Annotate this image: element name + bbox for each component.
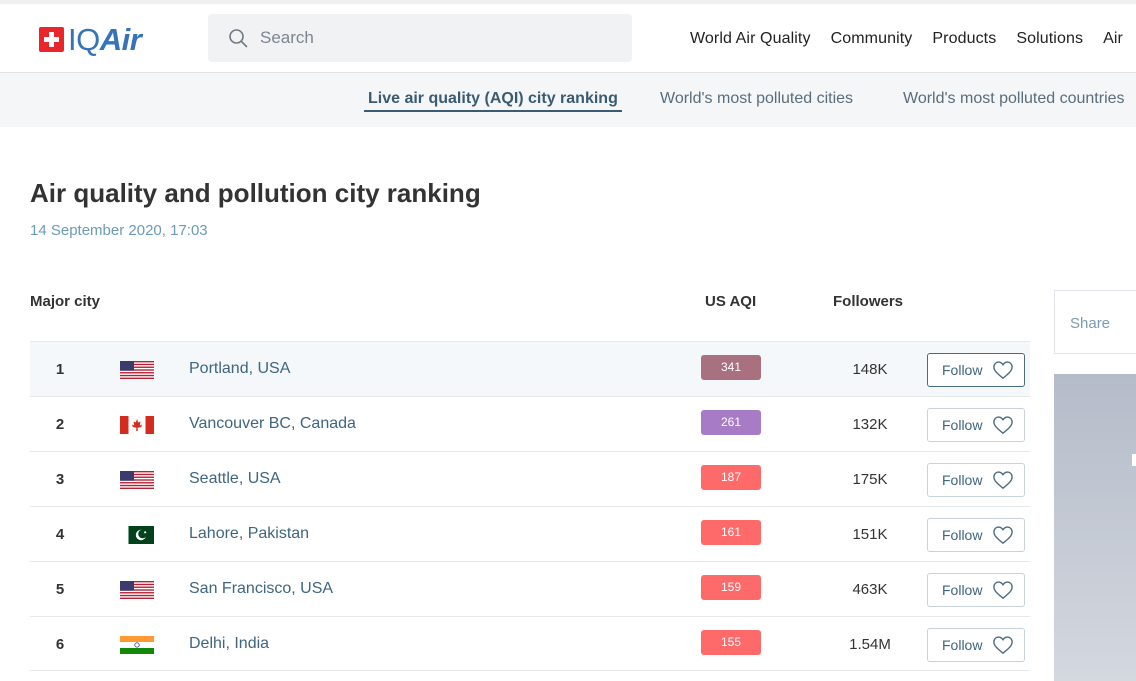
aqi-badge: 161 [701,520,761,545]
follow-button[interactable]: Follow [927,408,1025,442]
heart-icon [993,581,1013,600]
search-box[interactable] [208,14,632,62]
table-row[interactable]: 1 Portland, USA 341 148K Follow [30,341,1030,396]
header-major-city: Major city [30,293,101,310]
heart-icon [993,471,1013,490]
ranking-timestamp: 14 September 2020, 17:03 [30,222,208,239]
table-row[interactable]: 3 Seattle, USA 187 175K Follow [30,451,1030,506]
rank-number: 5 [55,581,65,598]
follow-label: Follow [942,417,983,433]
heart-icon [993,526,1013,545]
logo-text: IQAir [68,22,142,57]
aqi-badge: 155 [701,630,761,655]
followers-count: 175K [852,471,888,488]
india-flag-icon [120,636,154,654]
nav-community[interactable]: Community [831,30,913,48]
search-input[interactable] [260,22,620,54]
aqi-badge: 187 [701,465,761,490]
table-row[interactable]: 5 San Francisco, USA 159 463K Follow [30,561,1030,616]
swiss-flag-icon [39,27,64,52]
table-row[interactable]: 4 Lahore, Pakistan 161 151K Follow [30,506,1030,561]
header-us-aqi: US AQI [705,293,757,310]
city-link[interactable]: Seattle, USA [189,470,281,488]
follow-label: Follow [942,582,983,598]
pakistan-flag-icon [120,526,154,544]
page-title: Air quality and pollution city ranking [30,178,481,208]
follow-button[interactable]: Follow [927,463,1025,497]
nav-air[interactable]: Air [1103,30,1123,48]
heart-icon [993,416,1013,435]
heart-icon [993,636,1013,655]
table-row[interactable]: 2 Vancouver BC, Canada 261 132K Follow [30,396,1030,451]
usa-flag-icon [120,361,154,379]
follow-label: Follow [942,637,983,653]
canada-flag-icon [120,416,154,434]
followers-count: 1.54M [849,636,891,653]
rank-number: 3 [55,471,65,488]
rank-number: 2 [55,416,65,433]
main-nav: World Air Quality Community Products Sol… [690,30,1136,48]
heart-icon [993,361,1013,380]
iqair-logo[interactable]: IQAir [39,22,142,57]
share-box[interactable]: Share [1054,290,1136,354]
followers-count: 132K [852,416,888,433]
search-icon [229,29,248,48]
followers-count: 151K [852,526,888,543]
ranking-table: 1 Portland, USA 341 148K Follow 2 Vancouver BC… [30,341,1030,671]
follow-button[interactable]: Follow [927,518,1025,552]
follow-label: Follow [942,472,983,488]
city-link[interactable]: Delhi, India [189,635,269,653]
side-banner-image [1054,374,1136,681]
share-label: Share [1070,315,1111,332]
aqi-badge: 261 [701,410,761,435]
follow-button[interactable]: Follow [927,573,1025,607]
logo-text-plain: IQ [68,22,100,57]
top-header: IQAir World Air Quality Community Produc… [0,0,1136,73]
rank-number: 6 [55,636,65,653]
nav-world-air-quality[interactable]: World Air Quality [690,30,811,48]
nav-products[interactable]: Products [932,30,996,48]
city-link[interactable]: Lahore, Pakistan [189,525,309,543]
follow-button[interactable]: Follow [927,353,1025,387]
city-link[interactable]: Portland, USA [189,360,290,378]
subnav-most-polluted-countries[interactable]: World's most polluted countries [903,90,1125,108]
usa-flag-icon [120,471,154,489]
subnav-most-polluted-cities[interactable]: World's most polluted cities [660,90,853,108]
city-link[interactable]: San Francisco, USA [189,580,333,598]
nav-solutions[interactable]: Solutions [1016,30,1083,48]
followers-count: 148K [852,361,888,378]
rank-number: 1 [55,361,65,378]
aqi-badge: 341 [701,355,761,380]
table-row[interactable]: 6 Delhi, India 155 1.54M Follow [30,616,1030,671]
subnav-city-ranking[interactable]: Live air quality (AQI) city ranking [364,90,622,112]
usa-flag-icon [120,581,154,599]
follow-label: Follow [942,527,983,543]
header-followers: Followers [833,293,904,310]
ranking-subnav: Live air quality (AQI) city ranking Worl… [0,73,1136,127]
city-link[interactable]: Vancouver BC, Canada [189,415,356,433]
followers-count: 463K [852,581,888,598]
logo-text-italic: Air [99,22,142,57]
rank-number: 4 [55,526,65,543]
follow-button[interactable]: Follow [927,628,1025,662]
follow-label: Follow [942,362,983,378]
aqi-badge: 159 [701,575,761,600]
